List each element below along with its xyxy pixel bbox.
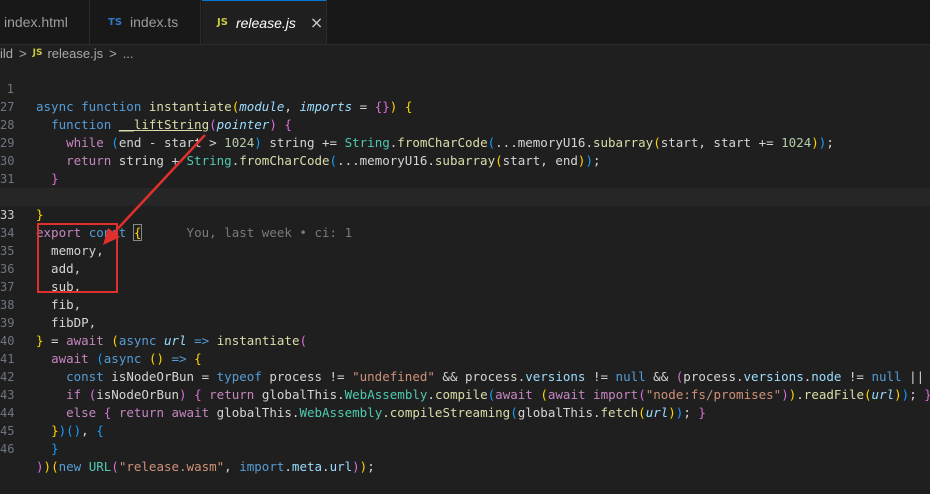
line-number: 46: [0, 442, 15, 456]
annotation-arrow: [103, 134, 206, 245]
